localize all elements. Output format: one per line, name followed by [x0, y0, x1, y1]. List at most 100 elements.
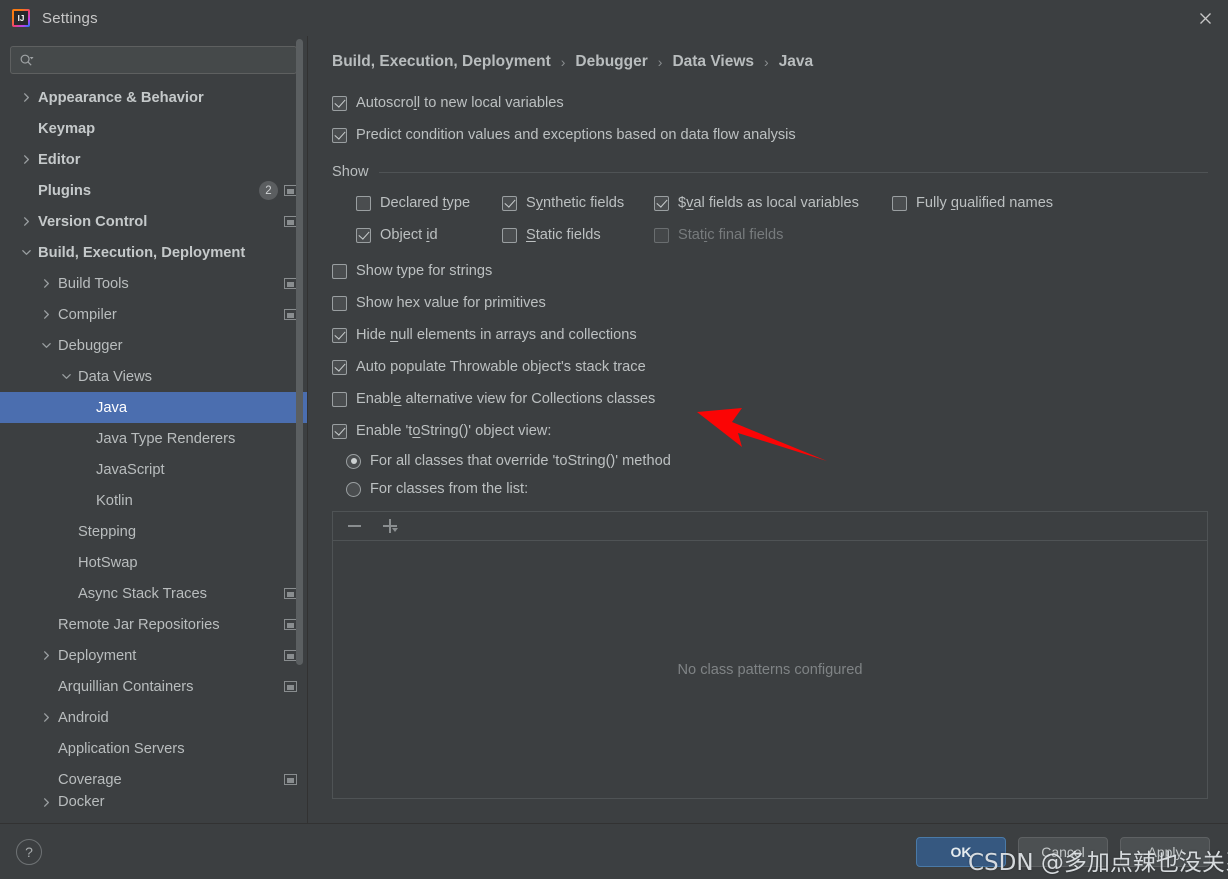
chevron-right-icon[interactable]: [38, 307, 54, 323]
checkbox-box[interactable]: [502, 195, 517, 211]
minus-icon[interactable]: [343, 515, 365, 537]
checkbox-box[interactable]: [332, 127, 347, 143]
checkbox-label: Hide null elements in arrays and collect…: [356, 327, 637, 343]
checkbox-box[interactable]: [332, 95, 347, 111]
checkbox-val-fields-as-local-variables[interactable]: $val fields as local variables: [654, 195, 892, 211]
sidebar-item-data-views[interactable]: Data Views: [0, 361, 307, 392]
sidebar-item-java[interactable]: Java: [0, 392, 307, 423]
chevron-down-icon[interactable]: [38, 338, 54, 354]
sidebar-item-android[interactable]: Android: [0, 702, 307, 733]
checkbox-box[interactable]: [332, 327, 347, 343]
checkbox-label: Predict condition values and exceptions …: [356, 127, 796, 143]
radio-classes-from-list[interactable]: For classes from the list:: [346, 481, 528, 497]
checkbox-box[interactable]: [332, 263, 347, 279]
close-icon[interactable]: [1182, 0, 1228, 36]
chevron-right-icon[interactable]: [18, 90, 34, 106]
checkbox-fully-qualified-names[interactable]: Fully qualified names: [892, 195, 1053, 211]
checkbox-static-fields[interactable]: Static fields: [502, 227, 654, 243]
chevron-right-icon[interactable]: [38, 648, 54, 664]
sidebar-item-keymap[interactable]: Keymap: [0, 113, 307, 144]
checkbox-box[interactable]: [332, 359, 347, 375]
checkbox-enable-tostring-object-view[interactable]: Enable 'toString()' object view:: [332, 423, 551, 439]
checkbox-box[interactable]: [356, 227, 371, 243]
breadcrumb-item[interactable]: Debugger: [575, 53, 647, 71]
checkbox-box[interactable]: [332, 391, 347, 407]
help-button[interactable]: ?: [16, 838, 42, 865]
chevron-right-icon[interactable]: [38, 794, 54, 810]
sidebar-item-docker[interactable]: Docker: [0, 794, 307, 810]
show-row: Declared type Synthetic fields $val fields…: [356, 187, 1208, 219]
chevron-down-icon[interactable]: [18, 245, 34, 261]
search-input[interactable]: [38, 51, 288, 69]
checkbox-show-type-for-strings[interactable]: Show type for strings: [332, 263, 492, 279]
breadcrumb-item[interactable]: Java: [779, 53, 813, 71]
search-box[interactable]: [10, 46, 297, 74]
sidebar-item-label: Application Servers: [58, 740, 185, 757]
checkbox-enable-alternative-view-for-collections-classes[interactable]: Enable alternative view for Collections …: [332, 391, 655, 407]
sidebar-item-deployment[interactable]: Deployment: [0, 640, 307, 671]
checkbox-box[interactable]: [332, 423, 347, 439]
project-scope-icon: [284, 774, 297, 785]
dialog-content: Appearance & Behavior Keymap Editor Plugins…: [0, 36, 1228, 823]
checkbox-box[interactable]: [502, 227, 517, 243]
checkbox-hide-null-elements-in-arrays-and-collections[interactable]: Hide null elements in arrays and collect…: [332, 327, 637, 343]
intellij-idea-icon: [12, 9, 30, 27]
sidebar-item-kotlin[interactable]: Kotlin: [0, 485, 307, 516]
radio-all-classes-override-tostring[interactable]: For all classes that override 'toString(…: [346, 453, 671, 469]
checkbox-box[interactable]: [332, 295, 347, 311]
checkbox-label: Autoscroll to new local variables: [356, 95, 564, 111]
chevron-right-icon[interactable]: [18, 214, 34, 230]
sidebar-item-remote-jar-repositories[interactable]: Remote Jar Repositories: [0, 609, 307, 640]
chevron-down-icon[interactable]: [392, 528, 398, 532]
breadcrumb-separator: ›: [560, 54, 566, 70]
sidebar-item-async-stack-traces[interactable]: Async Stack Traces: [0, 578, 307, 609]
sidebar-item-javascript[interactable]: JavaScript: [0, 454, 307, 485]
checkbox-label: Synthetic fields: [526, 195, 625, 211]
checkbox-label: Static final fields: [678, 227, 784, 243]
sidebar-item-java-type-renderers[interactable]: Java Type Renderers: [0, 423, 307, 454]
breadcrumb-item[interactable]: Data Views: [672, 53, 754, 71]
chevron-right-icon[interactable]: [18, 152, 34, 168]
tostring-group: Enable 'toString()' object view: For all …: [332, 415, 1208, 503]
cancel-button[interactable]: Cancel: [1018, 836, 1108, 867]
apply-button[interactable]: Apply: [1120, 836, 1210, 867]
sidebar-item-version-control[interactable]: Version Control: [0, 206, 307, 237]
sidebar-item-plugins[interactable]: Plugins 2: [0, 175, 307, 206]
sidebar-item-application-servers[interactable]: Application Servers: [0, 733, 307, 764]
radio-button[interactable]: [346, 481, 361, 497]
dialog-footer: ? OK Cancel Apply: [0, 823, 1228, 879]
plus-icon[interactable]: [379, 515, 401, 537]
sidebar-item-build-tools[interactable]: Build Tools: [0, 268, 307, 299]
radio-button[interactable]: [346, 453, 361, 469]
checkbox-box[interactable]: [892, 195, 907, 211]
option-row: Hide null elements in arrays and collect…: [332, 319, 1208, 351]
sidebar-item-appearance-behavior[interactable]: Appearance & Behavior: [0, 82, 307, 113]
checkbox-box[interactable]: [356, 195, 371, 211]
sidebar-item-indicators: [276, 309, 297, 320]
sidebar-item-build-execution-deployment[interactable]: Build, Execution, Deployment: [0, 237, 307, 268]
sidebar-item-compiler[interactable]: Compiler: [0, 299, 307, 330]
chevron-right-icon[interactable]: [38, 276, 54, 292]
checkbox-box[interactable]: [654, 195, 669, 211]
breadcrumb-item[interactable]: Build, Execution, Deployment: [332, 53, 551, 71]
ok-button[interactable]: OK: [916, 836, 1006, 867]
checkbox-auto-populate-throwable-object-s-stack-trace[interactable]: Auto populate Throwable object's stack t…: [332, 359, 646, 375]
settings-tree[interactable]: Appearance & Behavior Keymap Editor Plugins…: [0, 82, 307, 823]
sidebar-scrollbar[interactable]: [296, 39, 303, 665]
checkbox-autoscroll-to-new-local-variables[interactable]: Autoscroll to new local variables: [332, 95, 564, 111]
sidebar-item-arquillian-containers[interactable]: Arquillian Containers: [0, 671, 307, 702]
checkbox-show-hex-value-for-primitives[interactable]: Show hex value for primitives: [332, 295, 546, 311]
checkbox-object-id[interactable]: Object id: [356, 227, 502, 243]
chevron-down-icon[interactable]: [58, 369, 74, 385]
sidebar-item-editor[interactable]: Editor: [0, 144, 307, 175]
sidebar-item-debugger[interactable]: Debugger: [0, 330, 307, 361]
sidebar-item-indicators: 2: [259, 181, 297, 200]
checkbox-declared-type[interactable]: Declared type: [356, 195, 502, 211]
sidebar-item-stepping[interactable]: Stepping: [0, 516, 307, 547]
sidebar-item-hotswap[interactable]: HotSwap: [0, 547, 307, 578]
sidebar-item-coverage[interactable]: Coverage: [0, 764, 307, 795]
checkbox-predict-condition-values-and-exceptions-based-on-data-flow-analysis[interactable]: Predict condition values and exceptions …: [332, 127, 796, 143]
checkbox-label: Show type for strings: [356, 263, 493, 279]
chevron-right-icon[interactable]: [38, 710, 54, 726]
checkbox-synthetic-fields[interactable]: Synthetic fields: [502, 195, 654, 211]
